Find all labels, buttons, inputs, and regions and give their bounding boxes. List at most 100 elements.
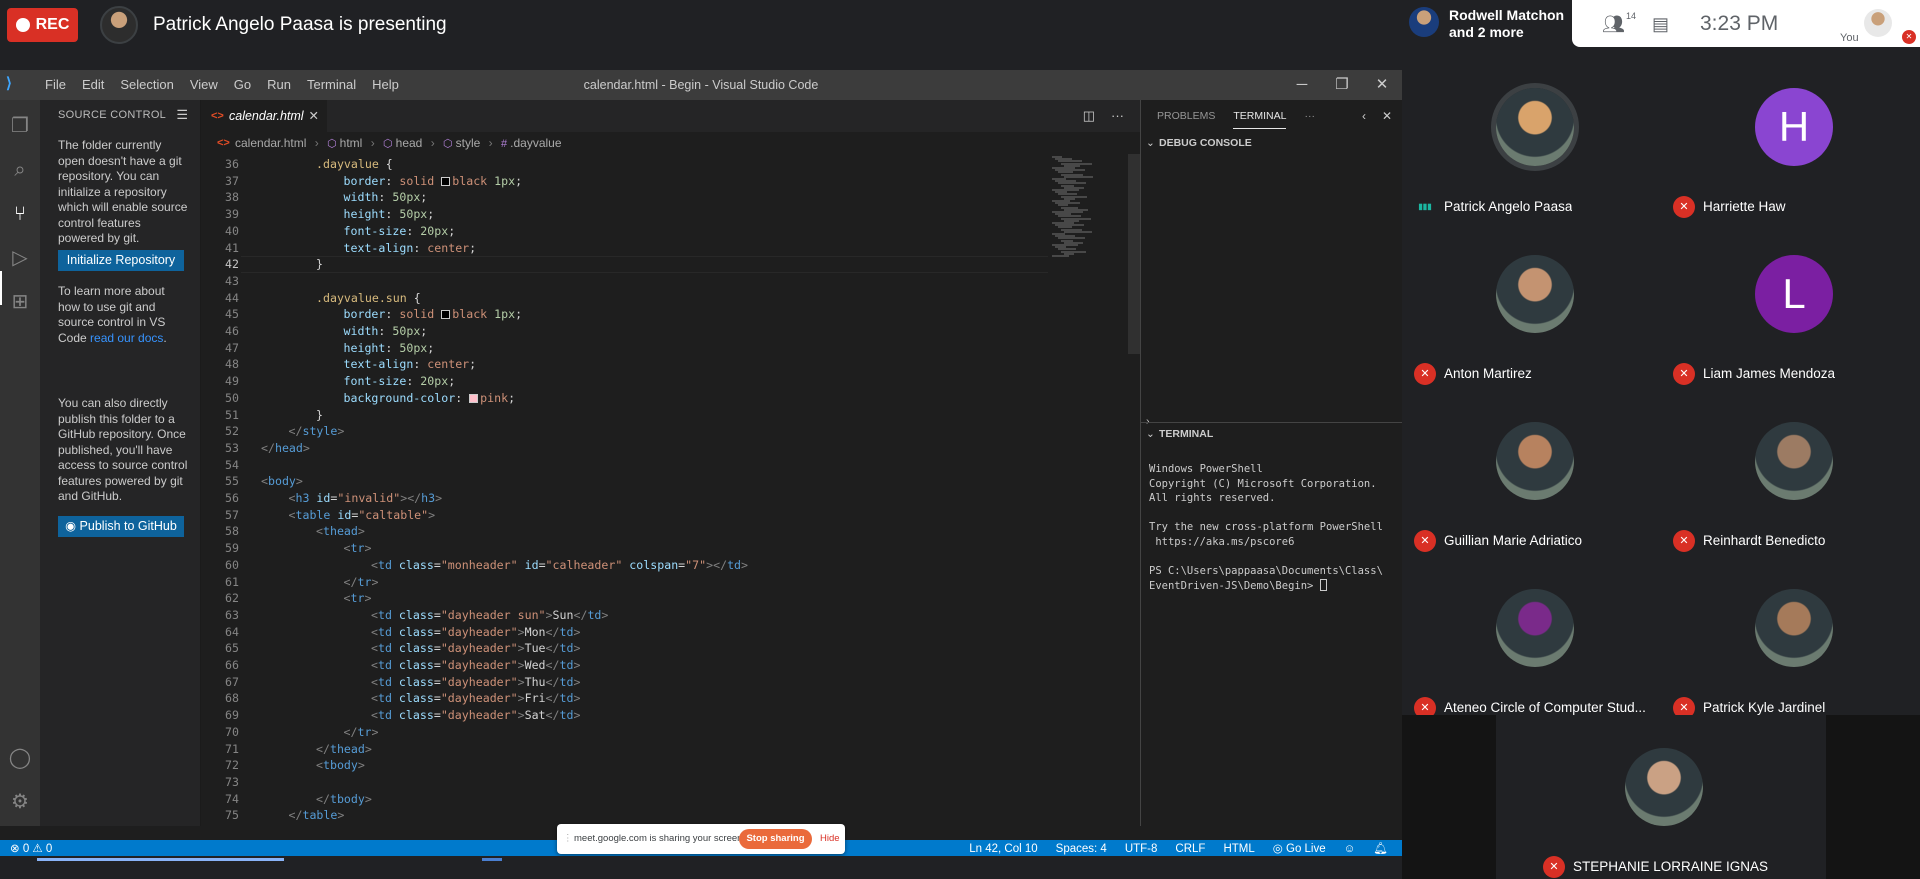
participant-name: STEPHANIE LORRAINE IGNAS	[1573, 859, 1769, 874]
more-actions-icon[interactable]: ···	[1111, 100, 1124, 132]
menu-run[interactable]: Run	[259, 70, 299, 100]
participant-tile[interactable]: H ✕ Harriette Haw	[1661, 51, 1920, 218]
account-icon[interactable]: ◯	[8, 746, 32, 770]
read-docs-link[interactable]: read our docs	[90, 331, 163, 345]
initialize-repository-button[interactable]: Initialize Repository	[58, 250, 184, 271]
gear-icon[interactable]: ⚙	[8, 790, 32, 814]
code-token: >	[573, 641, 581, 656]
code-token: :	[406, 374, 421, 389]
stop-sharing-button[interactable]: Stop sharing	[739, 829, 812, 849]
self-avatar[interactable]	[1864, 9, 1892, 37]
crumb-head[interactable]: head	[396, 136, 423, 150]
participant-tile[interactable]: L ✕ Liam James Mendoza	[1661, 218, 1920, 385]
code-token: font-size	[343, 223, 407, 238]
line-source: <table id="caltable">	[289, 507, 436, 524]
menu-terminal[interactable]: Terminal	[299, 70, 364, 100]
chat-icon[interactable]: ▤	[1652, 14, 1669, 35]
go-live-label: Go Live	[1286, 843, 1326, 855]
chevron-left-icon[interactable]: ‹	[1362, 100, 1366, 132]
rec-label: REC	[35, 16, 70, 33]
line-source: </tbody>	[316, 791, 372, 808]
code-token: "dayheader"	[440, 641, 518, 656]
participant-tile[interactable]: ✕ Reinhardt Benedicto	[1661, 385, 1920, 552]
participant-tile[interactable]: ✕ Patrick Kyle Jardinel	[1661, 552, 1920, 719]
color-swatch[interactable]	[469, 393, 479, 403]
minimap[interactable]	[1048, 154, 1128, 826]
code-editor[interactable]: 36 .dayvalue {37 border: solid black 1px; 3…	[201, 154, 1140, 826]
menu-view[interactable]: View	[182, 70, 226, 100]
code-token: thead	[322, 524, 358, 539]
hide-button[interactable]: Hide	[820, 824, 840, 854]
code-token: body	[267, 474, 296, 489]
explorer-icon[interactable]: ❐	[8, 114, 32, 138]
code-token: td	[377, 708, 392, 723]
crumb-selector[interactable]: .dayvalue	[510, 136, 561, 150]
participant-tile[interactable]: ✕ Guillian Marie Adriatico	[1402, 385, 1661, 552]
split-editor-icon[interactable]: ◫	[1083, 100, 1095, 132]
participant-tile[interactable]: ✕ Anton Martirez	[1402, 218, 1661, 385]
color-swatch[interactable]	[441, 176, 451, 186]
avatar	[1409, 7, 1439, 37]
code-token: </	[261, 440, 275, 455]
minimize-icon[interactable]: ─	[1282, 70, 1322, 100]
restore-icon[interactable]: ❐	[1322, 70, 1362, 100]
menu-selection[interactable]: Selection	[112, 70, 181, 100]
avatar	[1755, 589, 1833, 667]
code-token: Mon	[524, 624, 546, 639]
drag-handle-icon[interactable]: ⋮	[563, 833, 573, 844]
line-source: }	[316, 256, 323, 273]
publish-to-github-button[interactable]: ◉ Publish to GitHub	[58, 516, 184, 537]
line-source: <body>	[261, 473, 303, 490]
crumb-file[interactable]: calendar.html	[235, 136, 306, 150]
no-repo-text: The folder currently open doesn't have a…	[58, 138, 188, 245]
run-debug-icon[interactable]: ▷	[8, 246, 32, 270]
learn-more-suffix: .	[163, 330, 167, 345]
people-icon[interactable]: 👥︎	[1602, 14, 1625, 35]
terminal-output[interactable]: Windows PowerShell Copyright (C) Microso…	[1149, 462, 1383, 593]
code-token: "js/calendar.js"	[372, 825, 484, 826]
tab-calendar-html[interactable]: <> calendar.html ✕	[201, 100, 327, 132]
participant-tile-last[interactable]: ✕ STEPHANIE LORRAINE IGNAS	[1496, 715, 1826, 879]
menu-file[interactable]: File	[37, 70, 74, 100]
crumb-style[interactable]: style	[456, 136, 481, 150]
avatar	[1496, 422, 1574, 500]
list-menu-icon[interactable]: ☰	[176, 107, 188, 123]
line-number: 58	[225, 524, 239, 539]
participant-tile[interactable]: ▮▮▮ Patrick Angelo Paasa	[1402, 51, 1661, 218]
source-control-icon[interactable]: ⑂	[8, 202, 32, 226]
participant-tile[interactable]: ✕ Ateneo Circle of Computer Stud...	[1402, 552, 1661, 719]
code-token: script	[295, 825, 337, 826]
editor-scrollbar[interactable]	[1128, 154, 1140, 354]
code-token: :	[385, 307, 400, 322]
extensions-icon[interactable]: ⊞	[8, 290, 32, 314]
record-dot-icon	[15, 18, 30, 32]
menu-go[interactable]: Go	[226, 70, 259, 100]
sidebar-title: SOURCE CONTROL	[58, 109, 167, 121]
screen: REC Patrick Angelo Paasa is presenting ⟩…	[0, 0, 1920, 879]
panel-more-icon[interactable]: ···	[1304, 110, 1315, 122]
minimap-line	[1064, 230, 1092, 233]
code-token: >	[357, 524, 365, 539]
code-token: <	[371, 674, 378, 689]
menu-edit[interactable]: Edit	[74, 70, 112, 100]
code-token: >	[364, 591, 372, 606]
code-token: table	[295, 507, 331, 522]
close-tab-icon[interactable]: ✕	[309, 100, 319, 132]
close-panel-icon[interactable]: ✕	[1382, 100, 1392, 132]
line-number: 49	[225, 374, 239, 389]
crumb-html[interactable]: html	[340, 136, 363, 150]
code-token: >	[357, 758, 365, 773]
debug-console-header[interactable]: ⌄ DEBUG CONSOLE	[1141, 132, 1403, 154]
mic-off-icon[interactable]: ✕	[1902, 30, 1916, 44]
close-window-icon[interactable]: ✕	[1362, 70, 1402, 100]
line-source: <tr>	[344, 590, 372, 607]
tab-problems[interactable]: PROBLEMS	[1157, 110, 1215, 122]
tab-terminal[interactable]: TERMINAL	[1233, 110, 1287, 129]
terminal-header[interactable]: ⌄ TERMINAL	[1141, 422, 1403, 444]
vscode-logo-icon: ⟩	[6, 75, 12, 92]
search-icon[interactable]: ⌕	[8, 158, 32, 182]
color-swatch[interactable]	[441, 310, 451, 320]
menu-help[interactable]: Help	[364, 70, 407, 100]
mic-off-icon: ✕	[1673, 196, 1695, 218]
participant-tile[interactable]: ✕ STEPHANIE LORRAINE IGNAS	[1531, 711, 1790, 878]
